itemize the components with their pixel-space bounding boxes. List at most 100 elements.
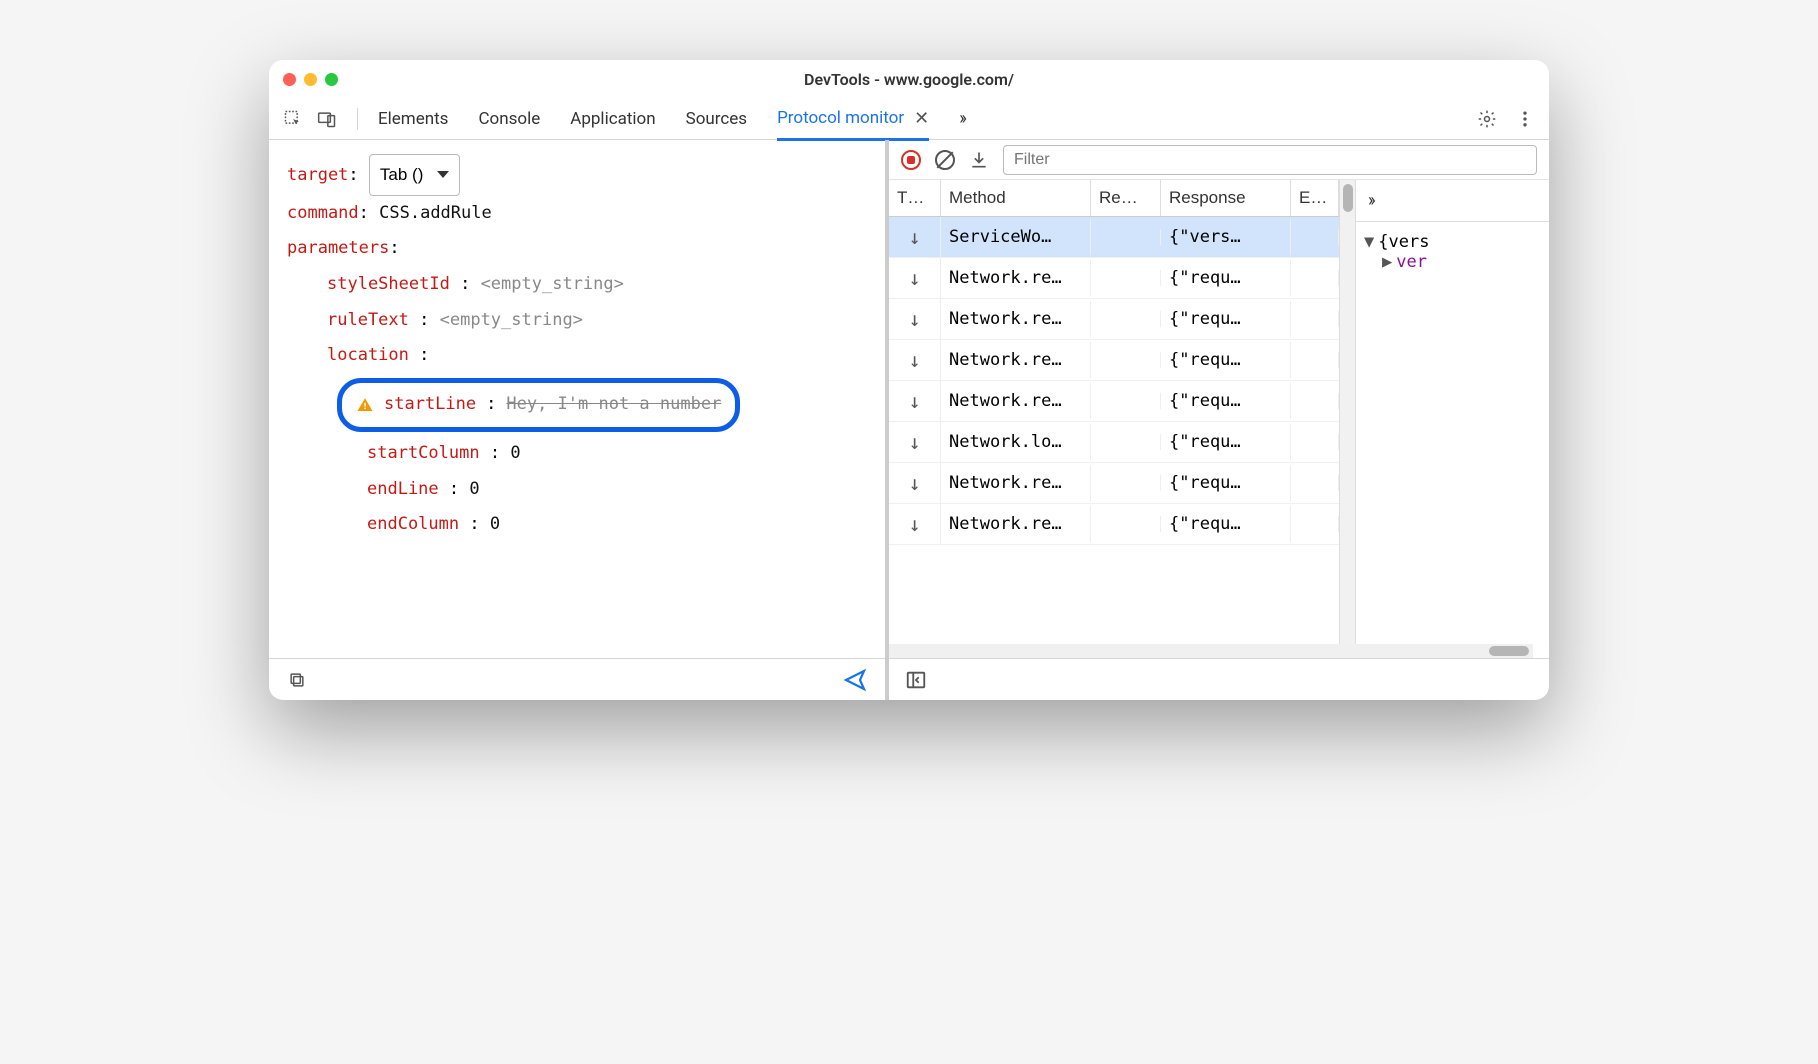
- expand-icon[interactable]: ▼: [1364, 232, 1374, 252]
- cell-elapsed: [1291, 352, 1339, 368]
- table-row[interactable]: ↓Network.lo… {"requ…: [889, 422, 1339, 463]
- more-detail-tabs-icon[interactable]: ››: [1368, 190, 1373, 211]
- cell-method: ServiceWo…: [941, 219, 1091, 255]
- cell-response: {"requ…: [1161, 424, 1291, 460]
- col-request[interactable]: Re…: [1091, 180, 1161, 216]
- log-toolbar: [889, 140, 1549, 180]
- copy-icon[interactable]: [287, 670, 307, 690]
- param-ruletext-key: ruleText: [327, 310, 409, 330]
- log-table-header: T… Method Re… Response E…▲: [889, 180, 1339, 217]
- save-icon[interactable]: [969, 150, 989, 170]
- toggle-sidebar-icon[interactable]: [905, 669, 927, 691]
- cell-request: [1091, 475, 1161, 491]
- warning-icon: [356, 396, 374, 414]
- settings-icon[interactable]: [1477, 109, 1497, 129]
- cell-request: [1091, 270, 1161, 286]
- cell-elapsed: [1291, 311, 1339, 327]
- param-endcolumn-value[interactable]: 0: [490, 514, 500, 534]
- log-body: T… Method Re… Response E…▲ ↓ServiceWo…{"…: [889, 180, 1549, 658]
- param-stylesheetid-value[interactable]: <empty_string>: [481, 274, 624, 294]
- tab-protocol-monitor[interactable]: Protocol monitor ✕: [777, 99, 929, 141]
- more-tabs-icon[interactable]: ››: [959, 108, 964, 129]
- tab-elements[interactable]: Elements: [378, 100, 448, 138]
- cell-response: {"requ…: [1161, 506, 1291, 542]
- table-row[interactable]: ↓Network.re…{"requ…: [889, 340, 1339, 381]
- startline-error-highlight: startLine : Hey, I'm not a number: [337, 378, 740, 432]
- target-value: Tab (): [380, 157, 423, 193]
- cell-request: [1091, 516, 1161, 532]
- panel-tabs: Elements Console Application Sources Pro…: [378, 99, 1463, 139]
- clear-button[interactable]: [935, 150, 955, 170]
- main-toolbar: Elements Console Application Sources Pro…: [269, 98, 1549, 140]
- cell-elapsed: [1291, 516, 1339, 532]
- cell-response: {"requ…: [1161, 465, 1291, 501]
- log-table-rows: ↓ServiceWo…{"vers…↓Network.re…{"requ…↓Ne…: [889, 217, 1339, 545]
- col-method[interactable]: Method: [941, 180, 1091, 216]
- col-type[interactable]: T…: [889, 180, 941, 216]
- incoming-icon: ↓: [889, 381, 941, 421]
- tab-console[interactable]: Console: [478, 100, 540, 138]
- command-editor[interactable]: target: Tab () command: CSS.addRule para…: [269, 140, 885, 658]
- command-value[interactable]: CSS.addRule: [379, 203, 492, 223]
- cell-method: Network.lo…: [941, 424, 1091, 460]
- param-startline-value[interactable]: Hey, I'm not a number: [506, 387, 721, 423]
- titlebar: DevTools - www.google.com/: [269, 60, 1549, 98]
- editor-footer: [269, 658, 885, 700]
- table-row[interactable]: ↓Network.re…{"requ…: [889, 504, 1339, 545]
- param-startcolumn-key: startColumn: [367, 443, 480, 463]
- zoom-window-button[interactable]: [325, 73, 338, 86]
- table-row[interactable]: ↓Network.re… {"requ…: [889, 463, 1339, 504]
- detail-tabs: ››: [1356, 180, 1549, 222]
- table-row[interactable]: ↓ServiceWo…{"vers…: [889, 217, 1339, 258]
- col-elapsed[interactable]: E…▲: [1291, 180, 1339, 216]
- incoming-icon: ↓: [889, 299, 941, 339]
- device-toolbar-icon[interactable]: [317, 109, 337, 129]
- target-select[interactable]: Tab (): [369, 154, 460, 196]
- close-tab-icon[interactable]: ✕: [914, 108, 929, 129]
- minimize-window-button[interactable]: [304, 73, 317, 86]
- incoming-icon: ↓: [889, 463, 941, 503]
- target-key: target: [287, 165, 348, 185]
- parameters-key: parameters: [287, 238, 389, 258]
- cell-response: {"requ…: [1161, 383, 1291, 419]
- expand-icon[interactable]: ▶: [1382, 252, 1392, 272]
- record-button[interactable]: [901, 150, 921, 170]
- cell-elapsed: [1291, 393, 1339, 409]
- cell-elapsed: [1291, 229, 1339, 245]
- param-endcolumn-key: endColumn: [367, 514, 459, 534]
- cell-request: [1091, 393, 1161, 409]
- param-stylesheetid-key: styleSheetId: [327, 274, 450, 294]
- cell-method: Network.re…: [941, 342, 1091, 378]
- close-window-button[interactable]: [283, 73, 296, 86]
- horizontal-scrollbar[interactable]: [889, 644, 1533, 658]
- command-editor-pane: target: Tab () command: CSS.addRule para…: [269, 140, 889, 700]
- cell-response: {"requ…: [1161, 342, 1291, 378]
- filter-input[interactable]: [1003, 145, 1537, 175]
- param-ruletext-value[interactable]: <empty_string>: [440, 310, 583, 330]
- inspect-element-icon[interactable]: [283, 109, 303, 129]
- vertical-scrollbar[interactable]: [1339, 180, 1355, 658]
- cell-elapsed: [1291, 270, 1339, 286]
- window-title: DevTools - www.google.com/: [804, 70, 1014, 89]
- tab-application[interactable]: Application: [570, 100, 655, 138]
- table-row[interactable]: ↓Network.re…{"requ…: [889, 299, 1339, 340]
- detail-prop: ver: [1396, 252, 1427, 272]
- cell-method: Network.re…: [941, 465, 1091, 501]
- table-row[interactable]: ↓Network.re…{"requ…: [889, 258, 1339, 299]
- cell-method: Network.re…: [941, 383, 1091, 419]
- log-table: T… Method Re… Response E…▲ ↓ServiceWo…{"…: [889, 180, 1339, 658]
- param-startcolumn-value[interactable]: 0: [510, 443, 520, 463]
- param-endline-value[interactable]: 0: [469, 479, 479, 499]
- col-response[interactable]: Response: [1161, 180, 1291, 216]
- param-location-key: location: [327, 345, 409, 365]
- log-footer: [889, 658, 1549, 700]
- detail-tree[interactable]: ▼{vers ▶ver: [1356, 222, 1549, 282]
- more-options-icon[interactable]: [1515, 109, 1535, 129]
- tab-sources[interactable]: Sources: [686, 100, 747, 138]
- param-endline-key: endLine: [367, 479, 439, 499]
- cell-request: [1091, 434, 1161, 450]
- table-row[interactable]: ↓Network.re… {"requ…: [889, 381, 1339, 422]
- incoming-icon: ↓: [889, 422, 941, 462]
- send-command-button[interactable]: [843, 668, 867, 692]
- window-controls: [283, 73, 338, 86]
